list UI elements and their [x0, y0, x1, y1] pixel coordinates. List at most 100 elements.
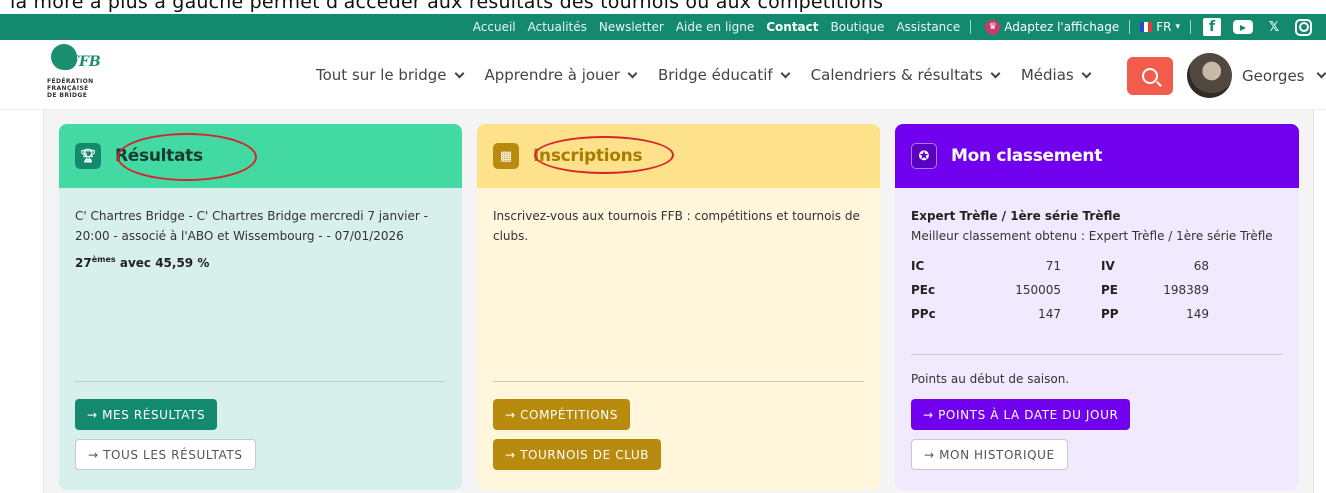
- main-navbar: FFB FÉDÉRATION FRANÇAISE DE BRIDGE Tout …: [0, 40, 1326, 110]
- topbar-link-boutique[interactable]: Boutique: [831, 20, 885, 34]
- crown-icon: ♛: [985, 19, 1001, 35]
- divider: [970, 20, 972, 34]
- divider: [1129, 20, 1131, 34]
- topbar-link-accueil[interactable]: Accueil: [473, 20, 516, 34]
- top-utility-bar: Accueil Actualités Newsletter Aide en li…: [0, 14, 1326, 40]
- caption-text: la more a plus a gauche permet d'acceder…: [10, 0, 884, 13]
- ranking-card-header: ✪ Mon classement: [895, 124, 1299, 188]
- chevron-down-icon: [780, 68, 791, 78]
- logo-brand: FFB: [69, 54, 101, 70]
- rank-suffix: èmes: [91, 255, 116, 264]
- club-tournaments-button[interactable]: → TOURNOIS DE CLUB: [493, 439, 662, 470]
- all-results-button[interactable]: → TOUS LES RÉSULTATS: [75, 439, 256, 470]
- stat-value: 198389: [1163, 283, 1209, 297]
- user-name: Georges: [1242, 66, 1305, 85]
- topbar-link-newsletter[interactable]: Newsletter: [599, 20, 664, 34]
- logo-line: FÉDÉRATION: [47, 78, 94, 85]
- menu-item-calendriers[interactable]: Calendriers & résultats: [810, 66, 1001, 84]
- divider: [493, 381, 864, 382]
- instagram-icon[interactable]: [1295, 18, 1312, 36]
- divider: [911, 354, 1283, 355]
- chevron-down-icon: [990, 68, 1001, 78]
- chevron-down-icon: ▾: [1175, 22, 1180, 32]
- menu-item-medias[interactable]: Médias: [1020, 66, 1092, 84]
- ffb-logo[interactable]: FFB FÉDÉRATION FRANÇAISE DE BRIDGE: [47, 40, 119, 104]
- ranking-card: ✪ Mon classement Expert Trèfle / 1ère sé…: [895, 124, 1299, 490]
- registrations-card-header: ▦ Inscriptions: [477, 124, 880, 188]
- search-icon: [1142, 68, 1158, 84]
- results-card-body: C' Chartres Bridge - C' Chartres Bridge …: [59, 188, 462, 291]
- youtube-icon[interactable]: ▶: [1233, 20, 1253, 34]
- registrations-card-body: Inscrivez-vous aux tournois FFB : compét…: [477, 188, 880, 264]
- registrations-card-title: Inscriptions: [533, 146, 643, 166]
- results-card-header: 🏆︎ Résultats: [59, 124, 462, 188]
- stat-label: PE: [1101, 283, 1118, 297]
- menu-item-bridge-educatif[interactable]: Bridge éducatif: [657, 66, 791, 84]
- topbar-link-assistance[interactable]: Assistance: [896, 20, 960, 34]
- avatar: [1187, 53, 1232, 98]
- user-menu[interactable]: Georges: [1187, 53, 1326, 98]
- best-ranking-text: Meilleur classement obtenu : Expert Trèf…: [911, 229, 1273, 243]
- calendar-icon: ▦: [493, 143, 519, 169]
- logo-line: DE BRIDGE: [47, 92, 88, 99]
- last-tournament-text: C' Chartres Bridge - C' Chartres Bridge …: [75, 209, 428, 243]
- stat-label: PPc: [911, 307, 936, 321]
- stat-label: IV: [1101, 259, 1115, 273]
- social-links: f ▶ 𝕏: [1203, 18, 1312, 36]
- logo-line: FRANÇAISE: [47, 85, 89, 92]
- my-history-button[interactable]: → MON HISTORIQUE: [911, 439, 1068, 470]
- registrations-text: Inscrivez-vous aux tournois FFB : compét…: [493, 209, 860, 243]
- stat-value: 147: [1038, 307, 1061, 321]
- chevron-down-icon: [454, 68, 464, 78]
- stat-value: 68: [1193, 259, 1209, 273]
- chevron-down-icon: [1081, 68, 1092, 78]
- logo-mark: FFB: [47, 40, 107, 76]
- stat-label: IC: [911, 259, 925, 273]
- registrations-card: ▦ Inscriptions Inscrivez-vous aux tourno…: [477, 124, 880, 490]
- menu-label: Tout sur le bridge: [316, 66, 447, 84]
- stat-value: 71: [1045, 259, 1061, 273]
- display-settings-button[interactable]: ♛ Adaptez l'affichage: [985, 19, 1120, 35]
- display-settings-label: Adaptez l'affichage: [1004, 20, 1120, 34]
- chevron-down-icon: [1316, 68, 1326, 79]
- divider: [75, 381, 446, 382]
- french-flag-icon: [1140, 22, 1153, 32]
- divider: [1190, 20, 1191, 34]
- topbar-link-contact[interactable]: Contact: [766, 20, 818, 34]
- topbar-link-actualites[interactable]: Actualités: [528, 20, 587, 34]
- trophy-icon: 🏆︎: [75, 143, 101, 169]
- caption-text-strip: la more a plus a gauche permet d'acceder…: [0, 0, 1326, 14]
- ranking-series: Expert Trèfle / 1ère série Trèfle: [911, 209, 1121, 223]
- menu-item-tout-sur-le-bridge[interactable]: Tout sur le bridge: [316, 66, 464, 84]
- search-button[interactable]: [1127, 57, 1173, 95]
- rank-number: 27: [75, 256, 92, 270]
- stat-label: PEc: [911, 283, 936, 297]
- menu-label: Médias: [1020, 66, 1074, 84]
- results-card: 🏆︎ Résultats C' Chartres Bridge - C' Cha…: [59, 124, 462, 490]
- language-label: FR: [1156, 20, 1172, 34]
- ranking-card-title: Mon classement: [951, 146, 1103, 166]
- competitions-button[interactable]: → COMPÉTITIONS: [493, 399, 631, 430]
- dashboard-content: 🏆︎ Résultats C' Chartres Bridge - C' Cha…: [43, 110, 1314, 493]
- main-menu: Tout sur le bridge Apprendre à jouer Bri…: [316, 40, 1112, 110]
- points-today-button[interactable]: → POINTS À LA DATE DU JOUR: [911, 399, 1131, 430]
- stat-label: PP: [1101, 307, 1119, 321]
- menu-label: Calendriers & résultats: [810, 66, 983, 84]
- stat-value: 149: [1186, 307, 1209, 321]
- facebook-icon[interactable]: f: [1203, 18, 1221, 36]
- menu-label: Bridge éducatif: [657, 66, 773, 84]
- menu-item-apprendre[interactable]: Apprendre à jouer: [485, 66, 638, 84]
- logo-text: FÉDÉRATION FRANÇAISE DE BRIDGE: [47, 78, 119, 99]
- ranking-card-body: Expert Trèfle / 1ère série Trèfle Meille…: [895, 188, 1299, 342]
- language-select[interactable]: FR ▾: [1140, 20, 1180, 34]
- ranking-stats: IC 71 IV 68 PEc 150005 PE 198389 PPc 147…: [911, 256, 1283, 324]
- x-icon[interactable]: 𝕏: [1265, 18, 1283, 36]
- score-text: avec 45,59 %: [119, 256, 210, 270]
- chevron-down-icon: [627, 68, 638, 78]
- result-rank: 27èmes avec 45,59 %: [75, 250, 446, 273]
- stat-value: 150005: [1015, 283, 1061, 297]
- season-points-note: Points au début de saison.: [911, 372, 1070, 386]
- my-results-button[interactable]: → MES RÉSULTATS: [75, 399, 218, 430]
- medal-icon: ✪: [911, 143, 937, 169]
- topbar-link-aide[interactable]: Aide en ligne: [676, 20, 754, 34]
